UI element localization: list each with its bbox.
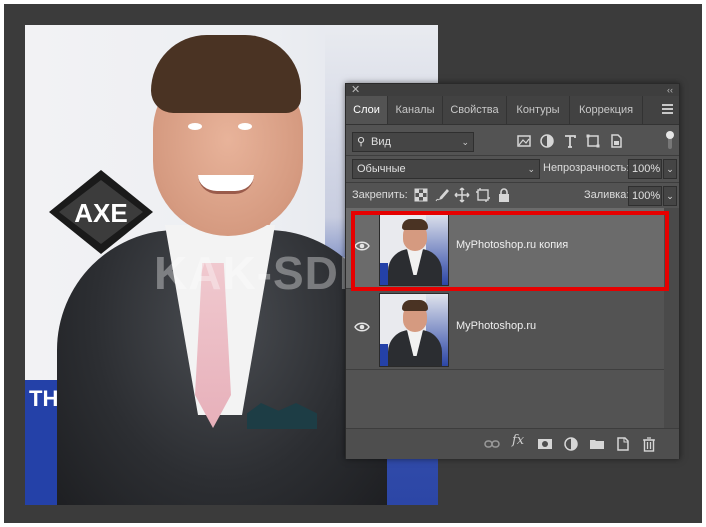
fill-dropdown-button[interactable]: ⌄ — [663, 186, 677, 206]
filter-smart-object-icon[interactable] — [608, 133, 624, 149]
photo-hair — [151, 35, 301, 113]
filter-type-icon[interactable] — [562, 133, 578, 149]
search-icon: ⚲ — [357, 136, 366, 148]
divider — [346, 182, 679, 183]
lock-artboard-icon[interactable] — [475, 187, 491, 203]
chevron-down-icon: ⌄ — [666, 164, 674, 174]
lock-image-pixels-icon[interactable] — [434, 187, 450, 203]
tab-properties[interactable]: Свойства — [443, 96, 507, 124]
chevron-down-icon: ⌄ — [461, 137, 469, 147]
opacity-input[interactable]: 100% — [628, 159, 662, 179]
photo-eye-left — [188, 123, 202, 130]
layer-filter-label: Вид — [371, 136, 391, 148]
panel-footer: fx — [346, 428, 679, 459]
filter-toggle[interactable] — [666, 131, 674, 149]
panel-menu-icon[interactable] — [662, 104, 673, 116]
filter-adjustment-icon[interactable] — [539, 133, 555, 149]
tab-layers[interactable]: Слои — [346, 96, 388, 124]
collapse-icon[interactable]: ‹‹ — [667, 84, 673, 96]
fill-value: 100% — [632, 190, 661, 202]
layer-thumbnail[interactable] — [379, 293, 449, 367]
new-layer-icon[interactable] — [615, 436, 631, 452]
link-layers-icon[interactable] — [484, 436, 500, 452]
divider — [346, 155, 679, 156]
fill-label: Заливка: — [584, 189, 630, 201]
lock-position-icon[interactable] — [454, 187, 470, 203]
axe-logo-text: AXE — [74, 198, 127, 228]
photo-eye-right — [238, 123, 252, 130]
new-adjustment-layer-icon[interactable] — [563, 436, 579, 452]
fill-input[interactable]: 100% — [628, 186, 662, 206]
chevron-down-icon: ⌄ — [666, 191, 674, 201]
layer-style-fx-button[interactable]: fx — [512, 433, 524, 448]
delete-layer-trash-icon[interactable] — [641, 436, 657, 452]
tab-adjustments[interactable]: Коррекция — [570, 96, 643, 124]
layer-row-original[interactable]: MyPhotoshop.ru — [346, 289, 664, 370]
blend-mode-select[interactable]: Обычные ⌄ — [352, 159, 540, 179]
workspace: THE AXE KAK-SDELAT.ORG ✕ ‹‹ Слои Каналы … — [4, 4, 702, 523]
lock-all-icon[interactable] — [496, 187, 512, 203]
close-icon[interactable]: ✕ — [351, 84, 360, 96]
new-group-folder-icon[interactable] — [589, 436, 605, 452]
lock-transparent-pixels-icon[interactable] — [413, 187, 429, 203]
tab-paths[interactable]: Контуры — [507, 96, 570, 124]
visibility-eye-icon[interactable] — [354, 321, 370, 333]
filter-pixel-icon[interactable] — [516, 133, 532, 149]
opacity-value: 100% — [632, 163, 661, 175]
blend-mode-value: Обычные — [357, 163, 406, 175]
opacity-dropdown-button[interactable]: ⌄ — [663, 159, 677, 179]
layer-name[interactable]: MyPhotoshop.ru — [456, 320, 536, 332]
panel-tabs: Слои Каналы Свойства Контуры Коррекция — [346, 96, 679, 125]
layer-filter-select[interactable]: ⚲ Вид ⌄ — [352, 132, 474, 152]
tab-channels[interactable]: Каналы — [388, 96, 443, 124]
lock-label: Закрепить: — [352, 189, 408, 201]
opacity-label: Непрозрачность: — [543, 162, 630, 174]
filter-shape-icon[interactable] — [585, 133, 601, 149]
chevron-down-icon: ⌄ — [527, 164, 535, 174]
panel-titlebar[interactable]: ✕ ‹‹ — [346, 84, 679, 96]
highlight-frame — [351, 211, 669, 291]
add-mask-icon[interactable] — [537, 436, 553, 452]
